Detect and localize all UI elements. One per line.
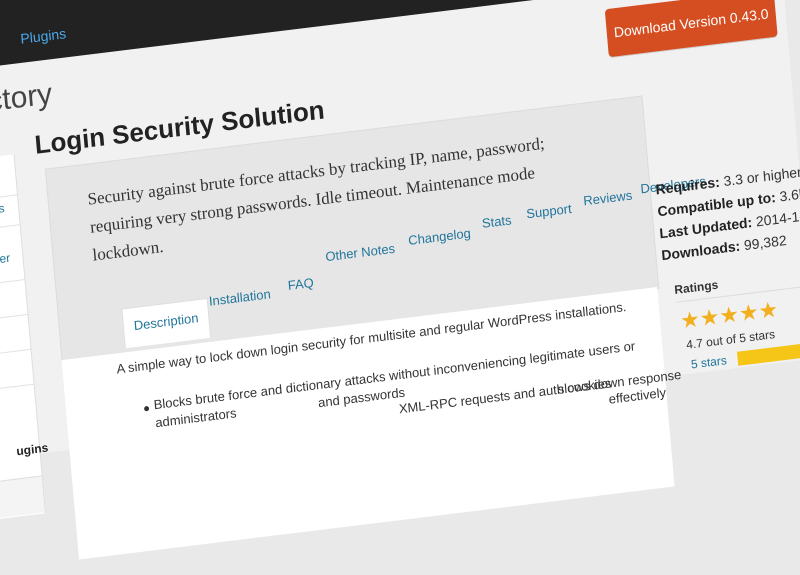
sidebar: ts er ugins	[0, 154, 49, 523]
star-icon: ★	[718, 301, 741, 329]
plugin-page: Plugins ectory Download Version 0.43.0 t…	[0, 0, 800, 560]
meta-downloads-label: Downloads:	[660, 237, 741, 264]
sidebar-divider	[0, 224, 20, 235]
meta-downloads-value: 99,382	[743, 231, 788, 254]
sidebar-divider	[0, 348, 31, 360]
sidebar-section-heading: ugins	[15, 440, 49, 459]
download-button[interactable]: Download Version 0.43.0	[604, 0, 778, 58]
star-icon: ★	[737, 298, 760, 327]
sidebar-divider	[0, 383, 34, 395]
star-icon: ★	[679, 306, 701, 334]
meta-requires-value: 3.3 or higher	[722, 163, 800, 190]
meta-compatible-value: 3.6beta	[778, 182, 800, 205]
star-icon: ★	[757, 296, 780, 324]
five-star-bar-fill	[737, 342, 800, 366]
sidebar-divider	[0, 279, 25, 290]
meta-last-updated-value: 2014-1-16	[755, 205, 800, 230]
ratings-heading: Ratings	[673, 277, 719, 297]
sidebar-divider	[0, 313, 28, 325]
five-star-link[interactable]: 5 stars	[690, 353, 727, 371]
sidebar-box	[0, 475, 45, 522]
nav-link-plugins[interactable]: Plugins	[20, 25, 67, 47]
page-title: ectory	[0, 77, 54, 121]
sidebar-item[interactable]: er	[0, 251, 11, 266]
sidebar-item[interactable]: ts	[0, 201, 5, 216]
tab-faq[interactable]: FAQ	[287, 275, 314, 293]
